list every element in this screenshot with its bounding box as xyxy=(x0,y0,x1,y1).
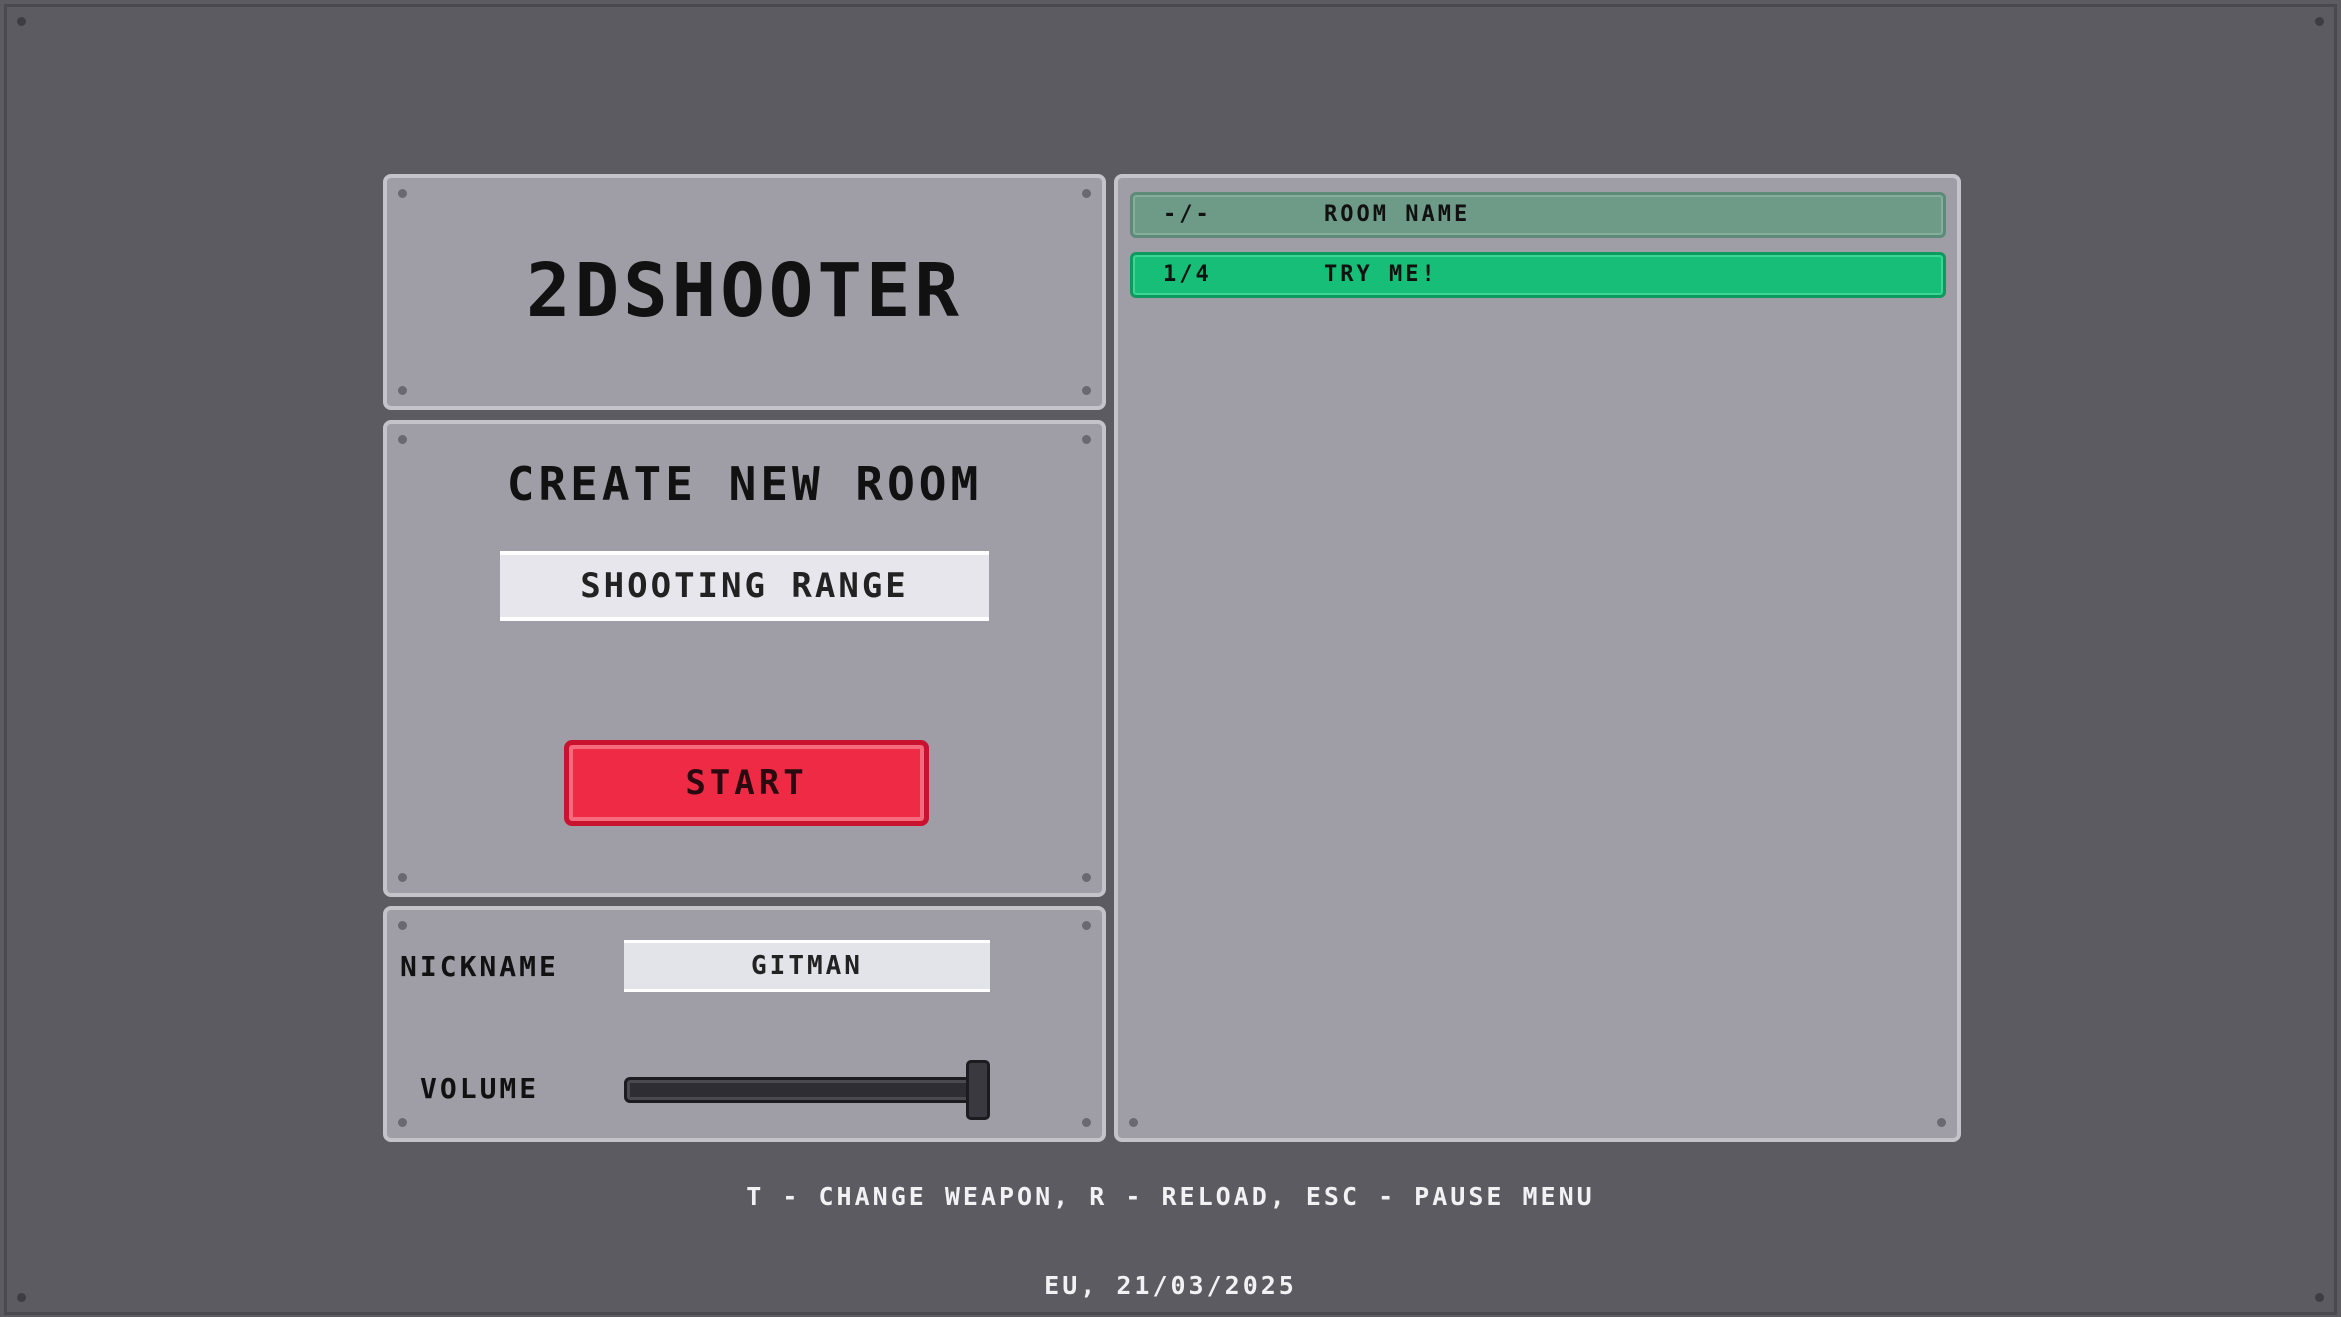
server-date-info: EU, 21/03/2025 xyxy=(1044,1271,1297,1300)
volume-handle[interactable] xyxy=(966,1060,990,1120)
room-list-item[interactable]: 1/4 TRY ME! xyxy=(1130,252,1946,298)
settings-panel: NICKNAME VOLUME xyxy=(383,906,1106,1142)
room-list-header: -/- ROOM NAME xyxy=(1130,192,1946,238)
room-players-count: 1/4 xyxy=(1163,262,1212,287)
panel-rivet xyxy=(398,386,407,395)
game-title: 2DSHOOTER xyxy=(526,248,963,334)
nickname-label: NICKNAME xyxy=(400,950,559,983)
header-room-name-column: ROOM NAME xyxy=(1324,202,1471,227)
panel-rivet xyxy=(1082,435,1091,444)
panel-rivet xyxy=(1082,189,1091,198)
room-name-input[interactable] xyxy=(500,551,989,621)
panel-rivet xyxy=(398,1118,407,1127)
title-panel: 2DSHOOTER xyxy=(383,174,1106,410)
panel-rivet xyxy=(1082,873,1091,882)
panel-rivet xyxy=(398,435,407,444)
room-list-panel: -/- ROOM NAME 1/4 TRY ME! xyxy=(1114,174,1961,1142)
frame-rivet xyxy=(17,17,26,26)
panel-rivet xyxy=(398,921,407,930)
controls-hint: T - CHANGE WEAPON, R - RELOAD, ESC - PAU… xyxy=(746,1182,1595,1211)
nickname-input[interactable] xyxy=(624,940,990,992)
panel-rivet xyxy=(1082,386,1091,395)
volume-slider[interactable] xyxy=(624,1060,990,1120)
panel-rivet xyxy=(398,873,407,882)
panel-rivet xyxy=(398,189,407,198)
volume-label: VOLUME xyxy=(420,1072,540,1105)
panel-rivet xyxy=(1082,921,1091,930)
volume-track[interactable] xyxy=(624,1077,980,1103)
room-name: TRY ME! xyxy=(1324,262,1438,287)
panel-rivet xyxy=(1129,1118,1138,1127)
start-button[interactable]: START xyxy=(564,740,929,826)
create-room-panel: CREATE NEW ROOM START xyxy=(383,420,1106,897)
panel-rivet xyxy=(1082,1118,1091,1127)
frame-rivet xyxy=(2315,17,2324,26)
panel-rivet xyxy=(1937,1118,1946,1127)
create-room-heading: CREATE NEW ROOM xyxy=(506,457,983,511)
header-players-column: -/- xyxy=(1163,202,1212,227)
